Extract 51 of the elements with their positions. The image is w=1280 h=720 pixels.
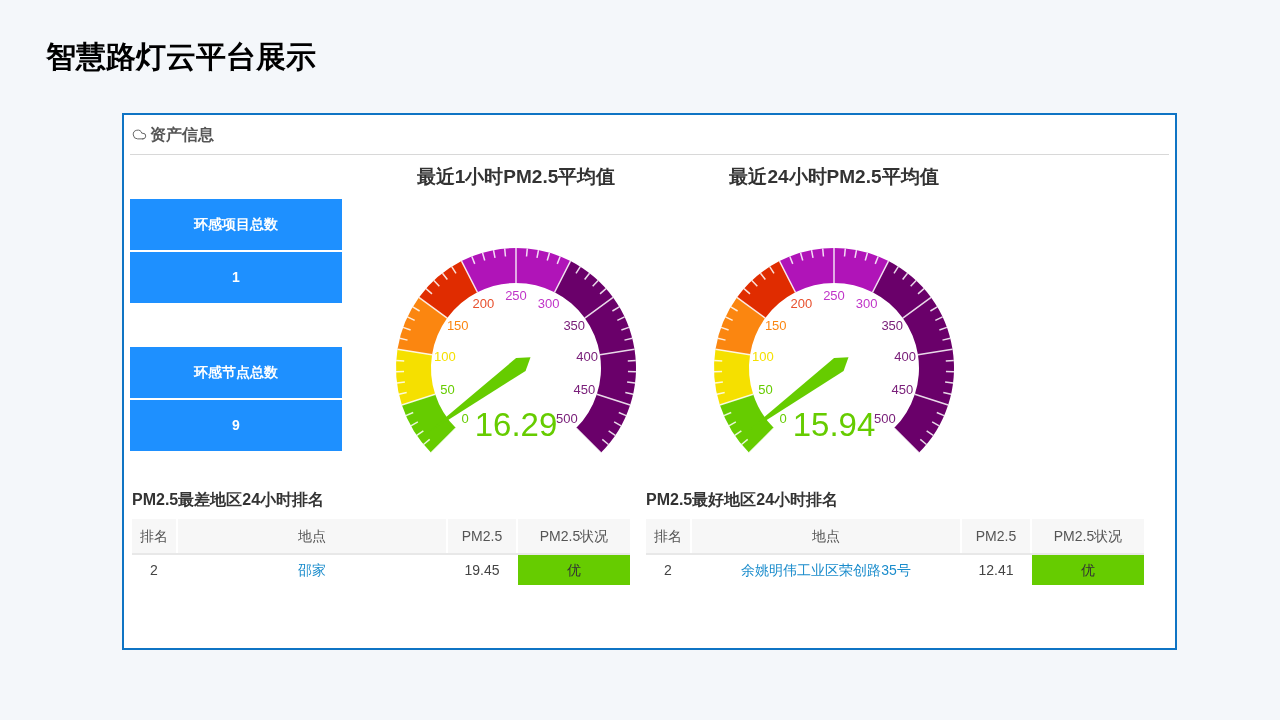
location-link[interactable]: 邵家 xyxy=(298,559,326,581)
column-header: 地点 xyxy=(692,519,960,553)
column-header: 排名 xyxy=(132,519,176,553)
column-header: PM2.5状况 xyxy=(518,519,630,553)
gauge-scale-label: 300 xyxy=(537,295,560,311)
gauge-reading: 15.94 xyxy=(792,406,876,443)
gauge-scale-label: 200 xyxy=(472,295,495,311)
panel-title: 资产信息 xyxy=(150,124,214,145)
table-cell-text: 2 xyxy=(663,560,673,580)
location-link[interactable]: 余姚明伟工业区荣创路35号 xyxy=(741,559,911,581)
gauge-scale-label: 100 xyxy=(434,348,456,364)
stat-label: 环感项目总数 xyxy=(130,199,342,250)
gauge-scale-label: 250 xyxy=(823,288,845,303)
gauge-scale-label: 500 xyxy=(556,410,578,426)
table-cell-text: 12.41 xyxy=(977,560,1015,580)
table-cell-text: 2 xyxy=(149,560,159,580)
gauge-scale-label: 50 xyxy=(758,382,773,398)
column-header: PM2.5 xyxy=(448,519,516,553)
gauge-title: 最近24小时PM2.5平均值 xyxy=(729,165,939,190)
gauge-reading: 16.29 xyxy=(474,406,558,443)
gauge-scale-label: 450 xyxy=(891,382,914,398)
gauge-scale-label: 400 xyxy=(894,348,916,364)
gauge-scale-label: 100 xyxy=(752,348,774,364)
column-header: 排名 xyxy=(646,519,690,553)
column-header: PM2.5 xyxy=(962,519,1030,553)
gauge-scale-label: 50 xyxy=(440,382,455,398)
table-cell-text: 19.45 xyxy=(463,560,501,580)
stat-value: 1 xyxy=(130,252,342,303)
stat-value: 9 xyxy=(130,400,342,451)
table-title: PM2.5最好地区24小时排名 xyxy=(646,490,840,510)
column-header: 地点 xyxy=(178,519,446,553)
gauge-scale-label: 0 xyxy=(461,410,469,426)
stat-label: 环感节点总数 xyxy=(130,347,342,398)
slide-title: 智慧路灯云平台展示 xyxy=(46,39,316,75)
gauge-scale-label: 200 xyxy=(790,295,813,311)
cloud-icon xyxy=(132,127,147,142)
column-header: PM2.5状况 xyxy=(1032,519,1144,553)
gauge-scale-label: 350 xyxy=(563,317,586,333)
gauge-scale-label: 400 xyxy=(576,348,598,364)
gauge-scale-label: 250 xyxy=(505,288,527,303)
gauge-scale-label: 500 xyxy=(874,410,896,426)
status-cell: 优 xyxy=(1032,555,1144,585)
gauge-scale-label: 150 xyxy=(446,317,469,333)
table-title: PM2.5最差地区24小时排名 xyxy=(132,490,326,510)
gauge-scale-label: 150 xyxy=(764,317,787,333)
gauge-scale-label: 450 xyxy=(573,382,596,398)
gauge-scale-label: 0 xyxy=(779,410,787,426)
gauge-title: 最近1小时PM2.5平均值 xyxy=(416,165,616,190)
gauge-scale-label: 350 xyxy=(881,317,904,333)
status-cell: 优 xyxy=(518,555,630,585)
gauge-scale-label: 300 xyxy=(855,295,878,311)
